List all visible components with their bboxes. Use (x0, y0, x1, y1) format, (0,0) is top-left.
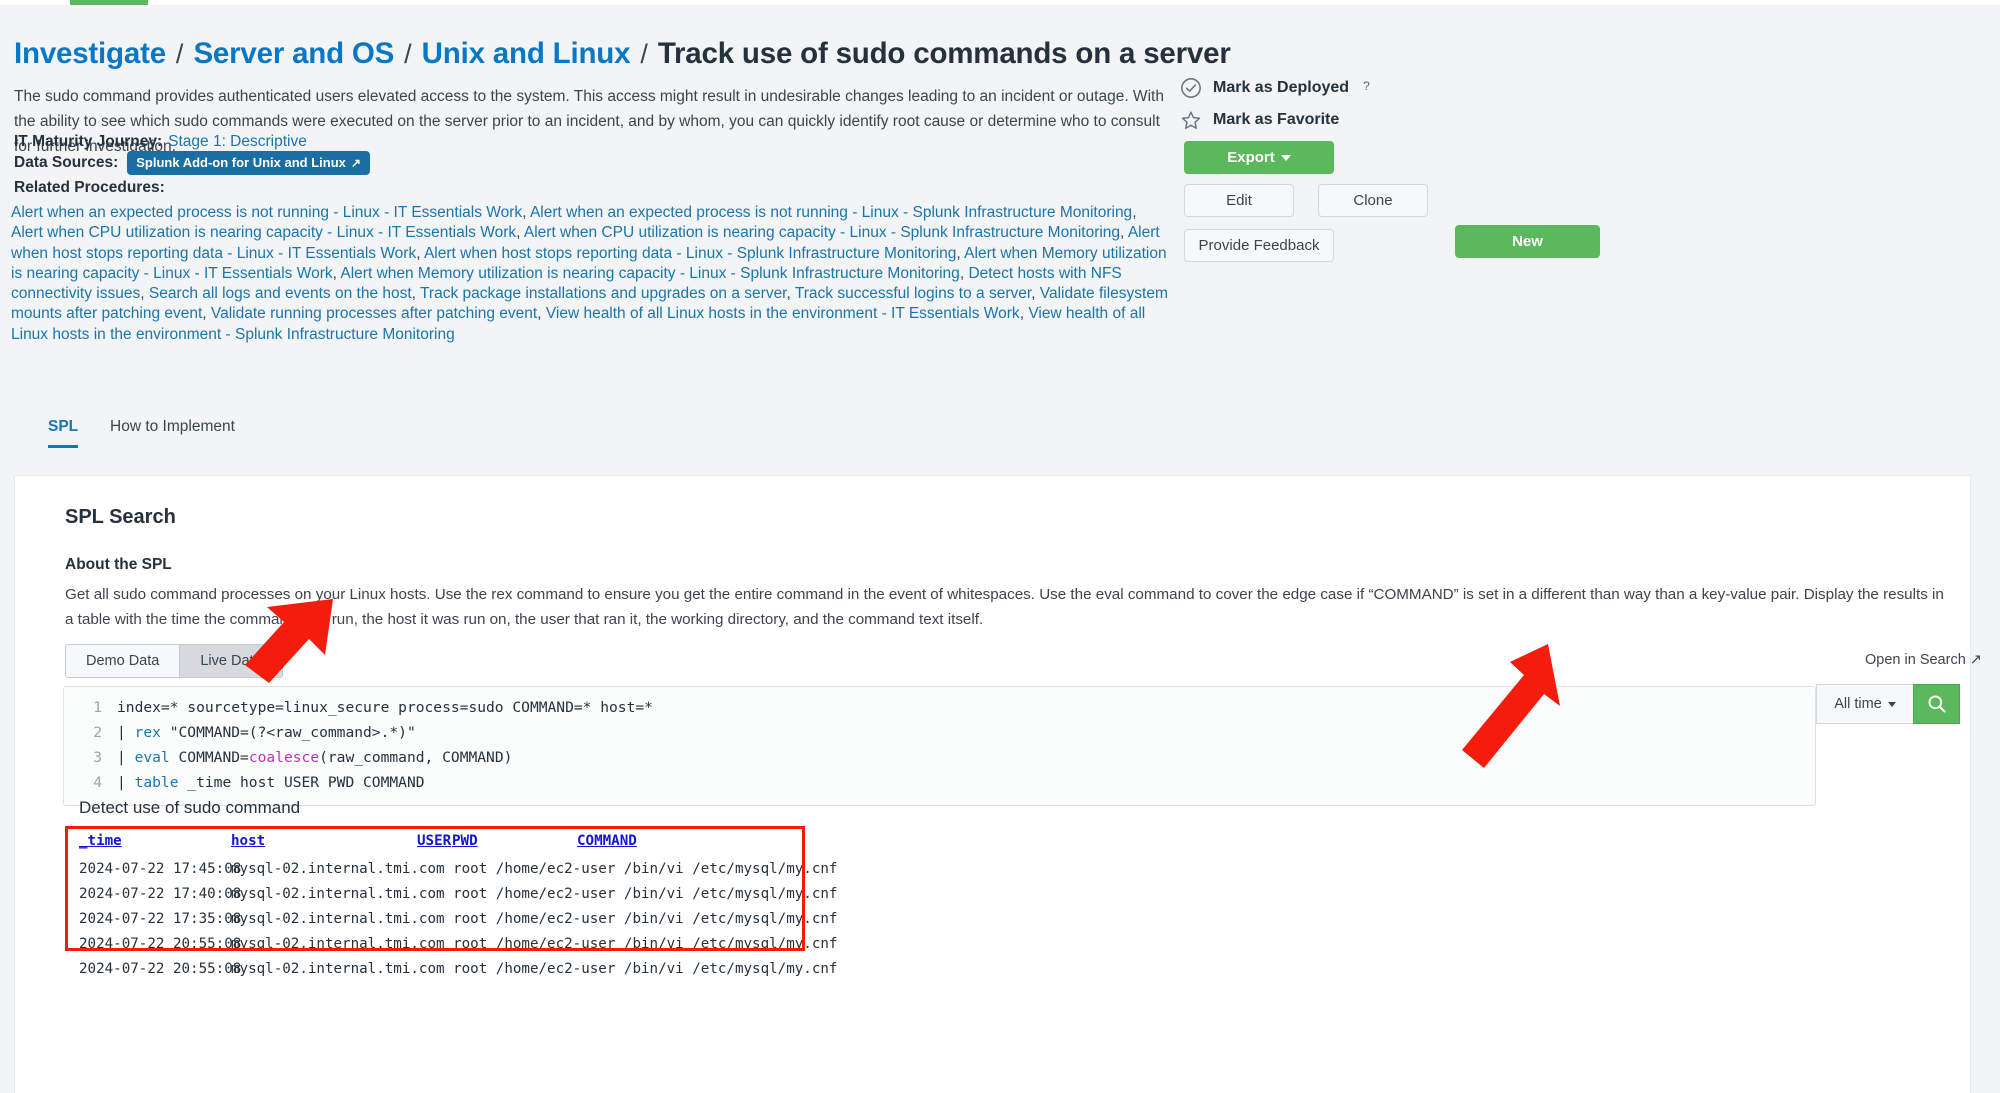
spl-code-editor[interactable]: 1 index=* sourcetype=linux_secure proces… (63, 686, 1816, 806)
new-button[interactable]: New (1455, 225, 1600, 258)
code-line: 3 | eval COMMAND=coalesce(raw_command, C… (64, 745, 1815, 770)
maturity-row: IT Maturity Journey: Stage 1: Descriptiv… (14, 133, 307, 151)
related-procedures-links: Alert when an expected process is not ru… (11, 203, 1171, 345)
about-the-spl-title: About the SPL (65, 556, 172, 573)
table-row: 2024-07-22 20:55:08 mysql-02.internal.tmi… (65, 956, 837, 981)
line-number: 3 (93, 749, 102, 766)
line-number: 1 (93, 699, 102, 716)
demo-data-toggle[interactable]: Demo Data (66, 645, 180, 677)
about-the-spl-body: Get all sudo command processes on your L… (65, 586, 1944, 628)
breadcrumb: Investigate / Server and OS / Unix and L… (14, 37, 1231, 71)
cell-time: 2024-07-22 20:55:08 (79, 960, 242, 977)
spl-panel: SPL Search About the SPL Get all sudo co… (14, 475, 1982, 1093)
related-procedure-link[interactable]: Track successful logins to a server (795, 285, 1031, 302)
link-separator: , (956, 244, 965, 262)
mark-as-deployed-action[interactable]: Mark as Deployed ? (1180, 77, 1600, 99)
data-sources-row: Data Sources: Splunk Add-on for Unix and… (14, 151, 370, 175)
search-controls: All time (1816, 684, 1960, 724)
check-circle-icon (1181, 78, 1201, 98)
link-separator: , (537, 305, 546, 323)
related-procedure-link[interactable]: Alert when Memory utilization is nearing… (340, 265, 959, 282)
mark-as-favorite-label: Mark as Favorite (1213, 111, 1340, 128)
line-number: 2 (93, 724, 102, 741)
time-range-label: All time (1834, 696, 1882, 712)
results-highlight-box (65, 826, 805, 951)
code-text: | rex "COMMAND=(?<raw_command>.*)" (117, 724, 416, 741)
related-procedure-link[interactable]: Track package installations and upgrades… (420, 285, 786, 302)
open-in-search-label: Open in Search (1865, 652, 1966, 668)
tab-spl[interactable]: SPL (48, 418, 79, 448)
spl-search-title: SPL Search (65, 506, 176, 528)
related-procedure-link[interactable]: Search all logs and events on the host (149, 285, 412, 302)
breadcrumb-separator: / (404, 39, 412, 69)
related-procedure-link[interactable]: Alert when CPU utilization is nearing ca… (524, 224, 1120, 241)
tab-how-to-implement[interactable]: How to Implement (110, 418, 235, 445)
action-panel: Mark as Deployed ? Mark as Favorite Expo… (1180, 77, 1600, 262)
tab-bar: SPL How to Implement (0, 418, 2000, 458)
link-separator: , (516, 224, 524, 242)
export-button-label: Export (1227, 149, 1275, 166)
code-line: 2 | rex "COMMAND=(?<raw_command>.*)" (64, 720, 1815, 745)
link-separator: , (411, 285, 421, 303)
code-text: index=* sourcetype=linux_secure process=… (117, 699, 653, 716)
mark-as-favorite-action[interactable]: Mark as Favorite (1180, 109, 1600, 131)
edit-button[interactable]: Edit (1184, 184, 1294, 217)
related-procedures-title: Related Procedures: (14, 179, 165, 196)
link-separator: , (416, 244, 424, 262)
code-text: | table _time host USER PWD COMMAND (117, 774, 425, 791)
chevron-down-icon (1280, 154, 1291, 161)
mark-as-deployed-label: Mark as Deployed (1213, 79, 1350, 96)
link-separator: , (1120, 224, 1128, 242)
link-separator: , (140, 285, 149, 303)
related-procedure-link[interactable]: Alert when an expected process is not ru… (530, 204, 1132, 221)
export-button[interactable]: Export (1184, 141, 1334, 174)
breadcrumb-link-unix-and-linux[interactable]: Unix and Linux (422, 37, 631, 71)
cell-rest: mysql-02.internal.tmi.com root /home/ec2… (231, 960, 838, 977)
star-icon (1181, 111, 1201, 129)
external-link-icon: ↗ (1969, 652, 1982, 668)
magnifier-icon (1928, 695, 1946, 713)
clone-button[interactable]: Clone (1318, 184, 1428, 217)
code-line: 4 | table _time host USER PWD COMMAND (64, 770, 1815, 795)
link-separator: , (522, 204, 530, 221)
line-number: 4 (93, 774, 102, 791)
maturity-label: IT Maturity Journey: (14, 133, 163, 150)
related-procedure-link[interactable]: Validate running processes after patchin… (211, 305, 537, 322)
maturity-value: Stage 1: Descriptive (168, 133, 307, 150)
code-line: 1 index=* sourcetype=linux_secure proces… (64, 695, 1815, 720)
open-in-search-link[interactable]: Open in Search ↗ (1865, 652, 1982, 668)
link-separator: , (1031, 285, 1040, 303)
edit-clone-row: Edit Clone (1184, 184, 1600, 217)
page-root: Investigate / Server and OS / Unix and L… (0, 0, 2000, 1093)
external-link-icon: ↗ (350, 155, 361, 170)
provide-feedback-button[interactable]: Provide Feedback (1184, 229, 1334, 262)
link-separator: , (786, 285, 795, 303)
help-hint[interactable]: ? (1363, 79, 1370, 93)
chevron-down-icon (1887, 701, 1896, 707)
run-search-button[interactable] (1913, 684, 1960, 724)
breadcrumb-link-investigate[interactable]: Investigate (14, 37, 166, 71)
page-header: Investigate / Server and OS / Unix and L… (0, 5, 2000, 437)
related-procedure-link[interactable]: Alert when CPU utilization is nearing ca… (11, 224, 516, 241)
time-range-picker[interactable]: All time (1816, 684, 1913, 724)
data-source-badge[interactable]: Splunk Add-on for Unix and Linux ↗ (127, 151, 370, 175)
breadcrumb-link-server-and-os[interactable]: Server and OS (193, 37, 394, 71)
related-procedure-link[interactable]: Alert when an expected process is not ru… (11, 204, 522, 221)
breadcrumb-separator: / (640, 39, 648, 69)
live-data-toggle[interactable]: Live Data (180, 645, 282, 677)
data-source-badge-label: Splunk Add-on for Unix and Linux (136, 155, 346, 170)
link-separator: , (202, 305, 211, 323)
related-procedure-link[interactable]: View health of all Linux hosts in the en… (546, 305, 1020, 322)
link-separator: , (1132, 204, 1137, 221)
results-title: Detect use of sudo command (79, 798, 301, 817)
page-title: Track use of sudo commands on a server (657, 37, 1231, 70)
related-procedure-link[interactable]: Alert when host stops reporting data - L… (424, 245, 956, 262)
breadcrumb-separator: / (175, 39, 184, 69)
data-sources-label: Data Sources: (14, 154, 119, 171)
data-mode-toggle: Demo Data Live Data (65, 644, 283, 678)
code-text: | eval COMMAND=coalesce(raw_command, COM… (117, 749, 513, 766)
